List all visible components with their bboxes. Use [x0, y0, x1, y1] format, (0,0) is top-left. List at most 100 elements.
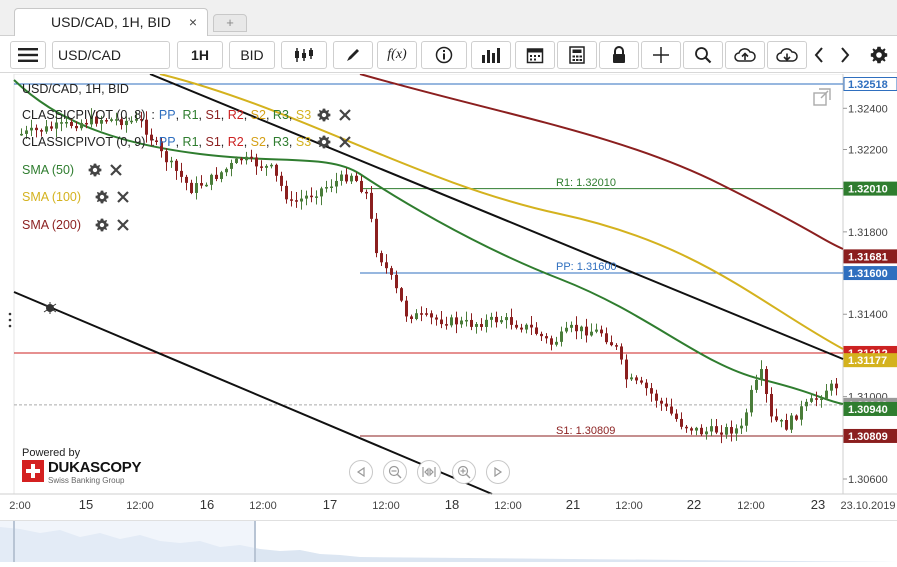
gear-icon[interactable]	[317, 108, 331, 122]
candle-body	[625, 359, 628, 380]
calendar-button[interactable]	[515, 41, 555, 69]
candle-body	[670, 406, 673, 414]
candle-body	[360, 180, 363, 192]
legend-sma100-name: SMA (100)	[22, 190, 82, 204]
navigator-overview[interactable]	[0, 521, 897, 562]
pan-right-button[interactable]	[486, 460, 510, 484]
powered-by-label: Powered by	[22, 447, 81, 459]
candle-body	[480, 324, 483, 327]
chart-area[interactable]: 1.32400 1.32200 1.31800 1.31400 1.31000 1.306…	[0, 73, 897, 520]
chart-tab[interactable]: USD/CAD, 1H, BID ×	[14, 8, 208, 36]
close-icon[interactable]	[339, 136, 351, 148]
close-icon[interactable]	[117, 219, 129, 231]
candle-body	[830, 383, 833, 391]
instrument-field[interactable]: USD/CAD	[52, 41, 170, 69]
drag-handle-icon[interactable]	[8, 312, 12, 328]
candle-body	[795, 415, 798, 420]
candle-body	[440, 319, 443, 325]
scroll-left-button[interactable]	[808, 41, 830, 69]
zoom-button[interactable]	[683, 41, 723, 69]
scroll-right-button[interactable]	[834, 41, 856, 69]
volume-button[interactable]	[471, 41, 511, 69]
gear-icon[interactable]	[88, 163, 102, 177]
price-level-box: 1.31600	[843, 266, 897, 281]
candle-body	[510, 317, 513, 325]
candle-body	[725, 427, 728, 435]
time-tick-label: 12:00	[126, 500, 154, 512]
candle-body	[450, 317, 453, 326]
info-button[interactable]	[421, 41, 467, 69]
candle-body	[550, 338, 553, 345]
brand-name: DUKASCOPY	[48, 459, 142, 476]
zoom-out-button[interactable]	[383, 460, 407, 484]
price-box-label: 1.32518	[848, 79, 888, 91]
candle-body	[470, 319, 473, 327]
candle-body	[500, 320, 503, 323]
close-icon[interactable]	[110, 164, 122, 176]
upload-button[interactable]	[725, 41, 765, 69]
navigator-strip[interactable]	[0, 520, 897, 562]
legend-s2: S2	[250, 108, 266, 122]
candle-body	[705, 431, 708, 435]
candle-body	[735, 428, 738, 434]
candle-body	[40, 130, 43, 132]
price-level-box: 1.31681	[843, 249, 897, 263]
legend-row-sma50: SMA (50)	[22, 161, 122, 179]
maximize-icon[interactable]	[813, 88, 831, 106]
calculator-button[interactable]	[557, 41, 597, 69]
lock-button[interactable]	[599, 41, 639, 69]
hamburger-icon	[18, 48, 38, 62]
close-icon[interactable]	[117, 191, 129, 203]
candle-body	[460, 320, 463, 325]
candle-body	[465, 319, 468, 322]
candle-body	[210, 174, 213, 185]
candle-body	[630, 377, 633, 380]
gear-icon[interactable]	[95, 218, 109, 232]
draw-tool-button[interactable]	[333, 41, 373, 69]
candle-body	[800, 406, 803, 420]
crosshair-button[interactable]	[641, 41, 681, 69]
menu-button[interactable]	[10, 41, 46, 69]
pan-left-button[interactable]	[349, 460, 373, 484]
candle-body	[715, 426, 718, 433]
candle-body	[375, 218, 378, 254]
tab-bar: USD/CAD, 1H, BID × +	[0, 0, 897, 36]
settings-button[interactable]	[866, 41, 892, 69]
calendar-icon	[526, 48, 544, 64]
candle-body	[655, 393, 658, 401]
candle-body	[610, 342, 613, 346]
period-button[interactable]: 1H	[177, 41, 223, 69]
candle-body	[190, 182, 193, 193]
candle-body	[425, 313, 428, 315]
candle-body	[420, 313, 423, 315]
candle-body	[345, 174, 348, 182]
candle-body	[825, 390, 828, 399]
zoom-icon	[695, 47, 712, 64]
candle-body	[205, 184, 208, 187]
chart-tab-title: USD/CAD, 1H, BID	[51, 14, 171, 30]
reset-view-button[interactable]	[417, 460, 441, 484]
indicators-button[interactable]: f(x)	[377, 41, 417, 69]
legend-s2: S2	[250, 135, 266, 149]
candle-body	[820, 398, 823, 400]
close-icon[interactable]	[339, 109, 351, 121]
download-button[interactable]	[767, 41, 807, 69]
zoom-in-button[interactable]	[452, 460, 476, 484]
gear-icon[interactable]	[95, 190, 109, 204]
side-button[interactable]: BID	[229, 41, 275, 69]
gear-icon[interactable]	[317, 135, 331, 149]
legend-r2: R2	[227, 108, 244, 122]
candle-body	[595, 329, 598, 332]
candle-body	[400, 288, 403, 301]
cloud-download-icon	[776, 48, 798, 62]
time-tick-label: 12:00	[737, 500, 765, 512]
close-icon[interactable]: ×	[189, 9, 197, 35]
candle-body	[685, 426, 688, 429]
chart-type-button[interactable]	[281, 41, 327, 69]
legend-separator: :	[151, 108, 155, 122]
candle-body	[170, 160, 173, 163]
price-box-label: 1.31177	[848, 355, 887, 367]
candle-body	[180, 170, 183, 177]
add-tab-button[interactable]: +	[213, 14, 247, 32]
candle-body	[615, 345, 618, 347]
